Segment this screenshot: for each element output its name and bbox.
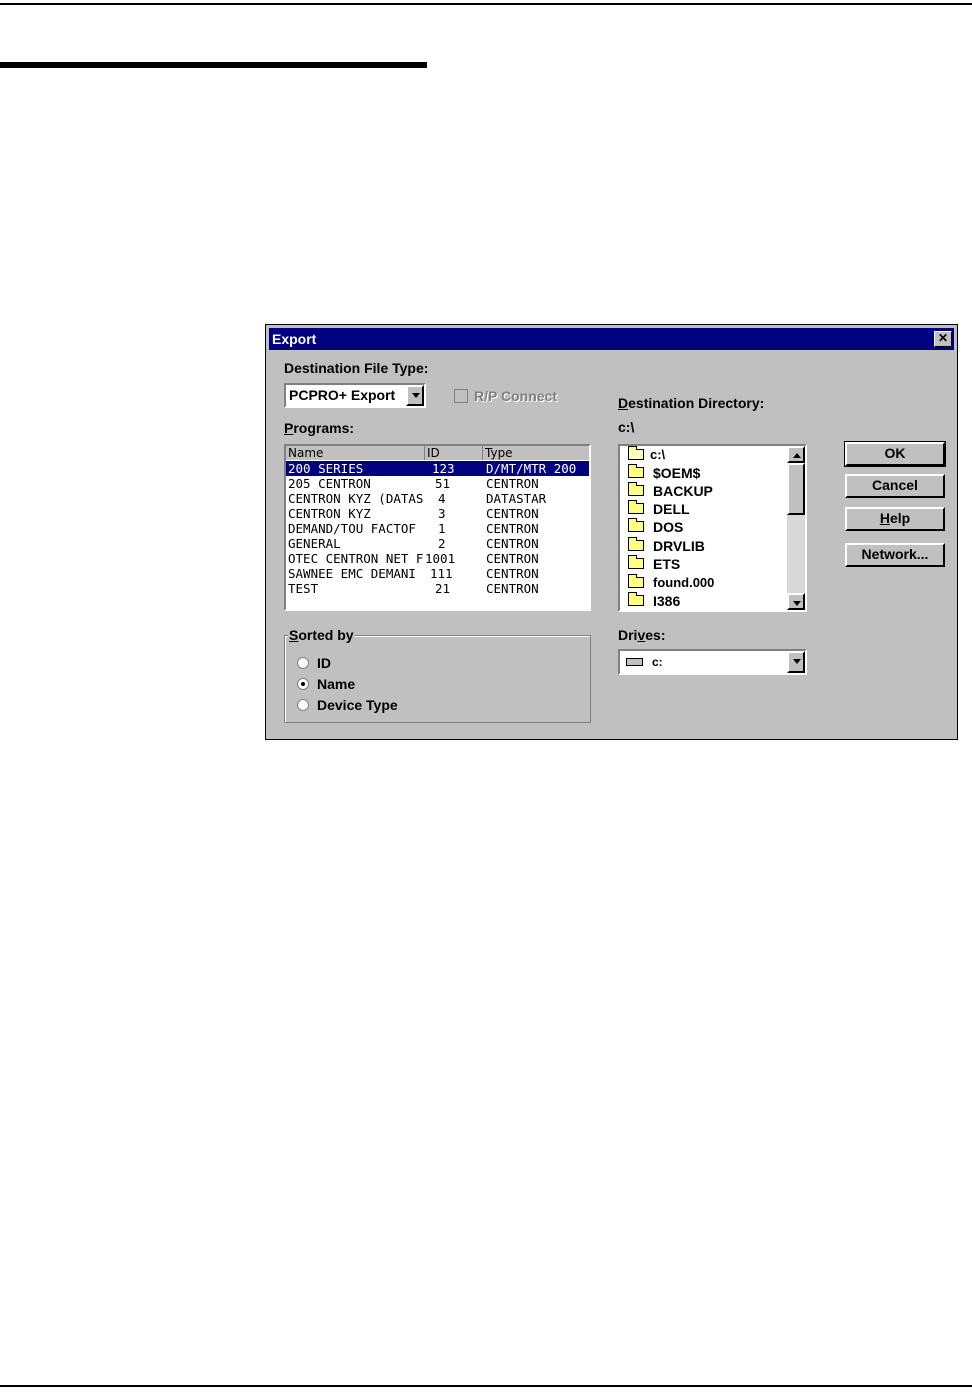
program-type: CENTRON xyxy=(486,581,539,596)
programs-list[interactable]: Name ID Type 200 SERIES 123 D/MT/MTR 200… xyxy=(284,444,591,611)
chevron-down-icon xyxy=(793,659,801,664)
program-row[interactable]: DEMAND/TOU FACTOF 1 CENTRON xyxy=(286,521,589,536)
title-bar: Export ✕ xyxy=(269,328,954,350)
program-id: 1001 xyxy=(425,551,456,566)
rp-connect-checkbox[interactable] xyxy=(454,389,468,403)
program-name: CENTRON KYZ (DATAS xyxy=(288,491,424,506)
page-bottom-rule xyxy=(0,1385,972,1387)
export-dialog: Export ✕ Destination File Type: PCPRO+ E… xyxy=(265,324,958,740)
program-row[interactable]: OTEC CENTRON NET F 1001 CENTRON xyxy=(286,551,589,566)
programs-label: Programs: xyxy=(284,420,355,436)
network-button[interactable]: Network... xyxy=(845,543,945,567)
dest-directory-path: c:\ xyxy=(618,419,635,435)
program-type: CENTRON xyxy=(486,506,539,521)
program-id: 1 xyxy=(438,521,446,536)
program-name: GENERAL xyxy=(288,536,341,551)
drive-icon xyxy=(626,658,643,666)
folder-icon xyxy=(628,518,644,532)
scroll-down-button[interactable] xyxy=(787,593,805,610)
dropdown-arrow-button[interactable] xyxy=(787,651,805,673)
program-row[interactable]: 200 SERIES 123 D/MT/MTR 200 xyxy=(286,461,589,476)
folder-icon xyxy=(628,592,644,606)
program-type: CENTRON xyxy=(486,536,539,551)
column-header-type[interactable]: Type xyxy=(483,446,589,460)
folder-icon xyxy=(628,500,644,514)
close-button[interactable]: ✕ xyxy=(934,331,952,347)
program-row[interactable]: 205 CENTRON 51 CENTRON xyxy=(286,476,589,491)
directory-list[interactable]: c:\ $OEM$ BACKUP DELL DOS DRVLIB ETS fou… xyxy=(618,444,807,612)
dropdown-arrow-button[interactable] xyxy=(406,385,424,406)
sort-device-type-label: Device Type xyxy=(317,697,398,713)
program-id: 123 xyxy=(432,461,455,476)
chevron-up-icon xyxy=(793,453,801,458)
chevron-down-icon xyxy=(793,601,801,606)
column-header-name[interactable]: Name xyxy=(286,446,425,460)
program-id: 2 xyxy=(438,536,446,551)
scroll-thumb[interactable] xyxy=(787,463,805,515)
program-row[interactable]: CENTRON KYZ (DATAS 4 DATASTAR xyxy=(286,491,589,506)
program-id: 4 xyxy=(438,491,446,506)
drives-dropdown[interactable]: c: xyxy=(618,649,807,675)
sort-name-label: Name xyxy=(317,676,356,692)
dialog-title: Export xyxy=(272,331,317,347)
dest-file-type-label: Destination File Type: xyxy=(284,360,429,376)
program-name: OTEC CENTRON NET F xyxy=(288,551,424,566)
program-type: CENTRON xyxy=(486,521,539,536)
chevron-down-icon xyxy=(412,393,420,398)
close-icon: ✕ xyxy=(937,331,949,345)
dest-file-type-value: PCPRO+ Export xyxy=(289,387,396,403)
rp-connect-label: R/P Connect xyxy=(474,388,557,404)
program-row[interactable]: CENTRON KYZ 3 CENTRON xyxy=(286,506,589,521)
program-name: SAWNEE EMC DEMANI xyxy=(288,566,416,581)
program-type: CENTRON xyxy=(486,551,539,566)
program-name: CENTRON KYZ xyxy=(288,506,371,521)
program-name: 205 CENTRON xyxy=(288,476,371,491)
sorted-by-label: Sorted by xyxy=(288,627,355,643)
program-name: 200 SERIES xyxy=(288,461,364,476)
program-row[interactable]: SAWNEE EMC DEMANI 111 CENTRON xyxy=(286,566,589,581)
folder-icon xyxy=(628,464,644,478)
sort-name-radio[interactable] xyxy=(297,678,309,690)
sort-device-type-radio[interactable] xyxy=(297,699,309,711)
sort-id-label: ID xyxy=(317,655,331,671)
program-type: CENTRON xyxy=(486,476,539,491)
program-row[interactable]: GENERAL 2 CENTRON xyxy=(286,536,589,551)
program-id: 111 xyxy=(430,566,453,581)
folder-icon xyxy=(628,537,644,551)
ok-button[interactable]: OK xyxy=(844,441,946,467)
program-row[interactable]: TEST 21 CENTRON xyxy=(286,581,589,596)
program-id: 21 xyxy=(435,581,451,596)
directory-scrollbar[interactable] xyxy=(787,446,805,610)
page-top-rule xyxy=(0,3,972,5)
column-header-id[interactable]: ID xyxy=(425,446,483,460)
program-id: 51 xyxy=(435,476,451,491)
program-name: TEST xyxy=(288,581,319,596)
dest-file-type-dropdown[interactable]: PCPRO+ Export xyxy=(284,383,426,408)
section-heading-rule xyxy=(0,62,427,68)
programs-list-header: Name ID Type xyxy=(286,446,589,460)
drives-label: Drives: xyxy=(618,627,666,643)
open-folder-icon xyxy=(628,446,644,460)
drives-value: c: xyxy=(652,655,663,669)
folder-icon xyxy=(628,574,644,588)
radio-selected-dot xyxy=(301,682,305,686)
program-type: D/MT/MTR 200 xyxy=(486,461,577,476)
folder-icon xyxy=(628,482,644,496)
cancel-button[interactable]: Cancel xyxy=(845,474,945,498)
program-id: 3 xyxy=(438,506,446,521)
program-type: DATASTAR xyxy=(486,491,547,506)
sort-id-radio[interactable] xyxy=(297,657,309,669)
program-name: DEMAND/TOU FACTOF xyxy=(288,521,416,536)
scroll-up-button[interactable] xyxy=(787,446,805,463)
program-type: CENTRON xyxy=(486,566,539,581)
dest-directory-label: Destination Directory: xyxy=(618,395,765,411)
folder-icon xyxy=(628,555,644,569)
help-button[interactable]: Help xyxy=(845,507,945,531)
